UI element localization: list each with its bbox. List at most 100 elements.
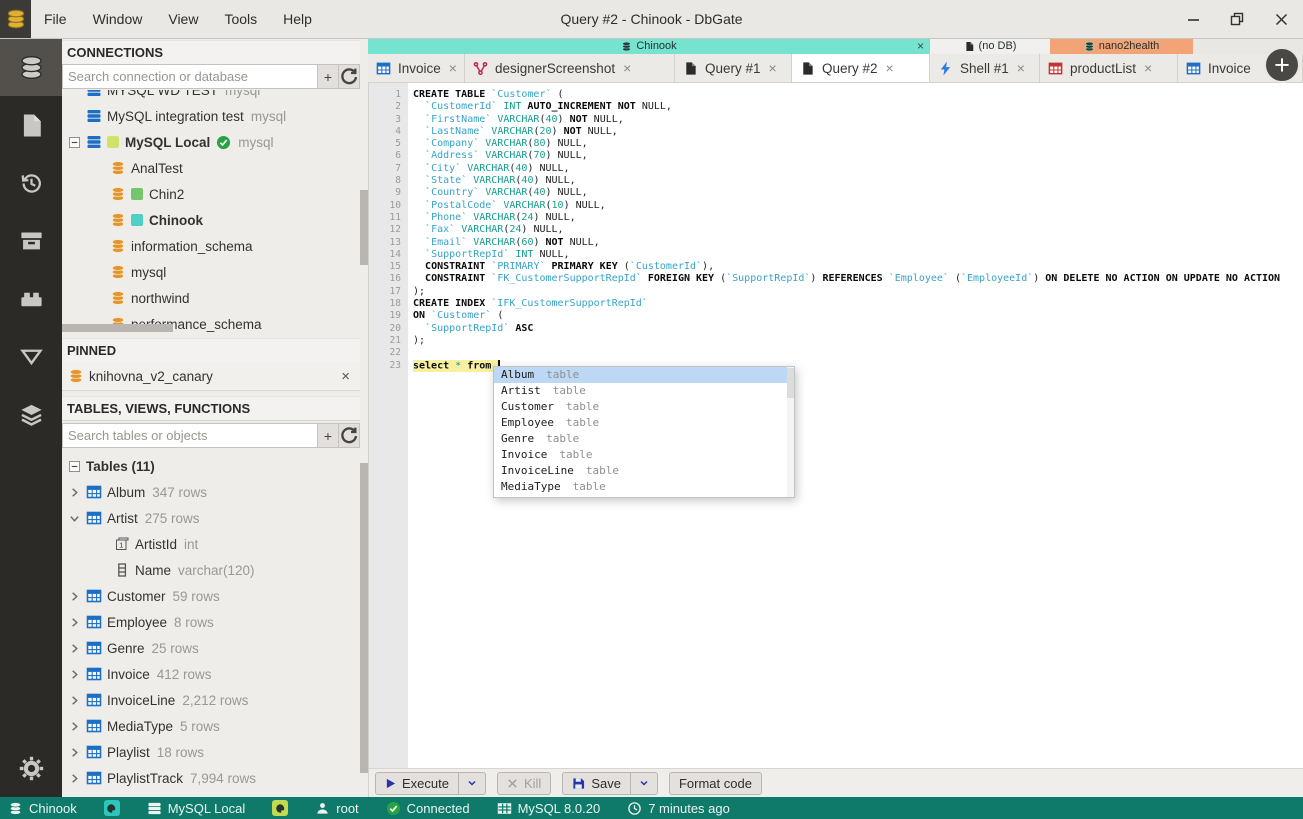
tab-group-chinook[interactable]: Chinook × — [368, 38, 930, 54]
autocomplete-item-customer[interactable]: Customer table — [494, 399, 794, 415]
autocomplete-item-invoiceline[interactable]: InvoiceLine table — [494, 463, 794, 479]
autocomplete-item-album[interactable]: Album table — [494, 367, 794, 383]
status-connection[interactable]: MySQL Local — [147, 801, 245, 816]
menu-view[interactable]: View — [155, 0, 211, 38]
table-item-tables-11-[interactable]: Tables (11) — [62, 453, 360, 479]
menu-help[interactable]: Help — [270, 0, 325, 38]
activity-file-icon[interactable] — [0, 96, 62, 154]
activity-layers-icon[interactable] — [0, 386, 62, 444]
connection-item-northwind[interactable]: northwind — [62, 285, 360, 311]
status-connection-color[interactable] — [272, 800, 289, 816]
menu-window[interactable]: Window — [80, 0, 156, 38]
restore-button[interactable] — [1215, 0, 1259, 38]
sql-editor[interactable]: 1 CREATE TABLE `Customer` (2 `CustomerId`… — [368, 83, 1303, 768]
chevron-right-icon[interactable] — [68, 720, 81, 733]
table-item-mediatype[interactable]: MediaType 5 rows — [62, 713, 360, 739]
connection-item-information-schema[interactable]: information_schema — [62, 233, 360, 259]
close-tab-icon[interactable]: × — [449, 60, 457, 76]
connections-search-input[interactable] — [62, 64, 318, 89]
tables-search-input[interactable] — [62, 423, 318, 448]
pinned-item[interactable]: knihovna_v2_canary × — [62, 362, 360, 391]
table-item-album[interactable]: Album 347 rows — [62, 479, 360, 505]
chevron-right-icon[interactable] — [68, 642, 81, 655]
close-tab-icon[interactable]: × — [623, 60, 631, 76]
tab-query-2[interactable]: Query #2 × — [792, 54, 930, 82]
menu-tools[interactable]: Tools — [211, 0, 270, 38]
activity-plugin-icon[interactable] — [0, 270, 62, 328]
table-item-genre[interactable]: Genre 25 rows — [62, 635, 360, 661]
connection-item-mysql-integration-test[interactable]: MySQL integration test mysql — [62, 103, 360, 129]
tab-query-1[interactable]: Query #1 × — [675, 54, 792, 82]
table-item-invoice[interactable]: Invoice 412 rows — [62, 661, 360, 687]
refresh-tables-button[interactable] — [339, 423, 360, 448]
chevron-down-icon[interactable] — [68, 512, 81, 525]
connection-item-mysql[interactable]: mysql — [62, 259, 360, 285]
new-tab-button[interactable]: + — [1264, 47, 1300, 83]
table-item-artist[interactable]: Artist 275 rows — [62, 505, 360, 531]
save-button[interactable]: Save — [562, 771, 658, 795]
add-object-button[interactable]: + — [318, 423, 339, 448]
activity-history-icon[interactable] — [0, 154, 62, 212]
code-text: `LastName` VARCHAR(20) NOT NULL, — [425, 125, 618, 137]
status-user[interactable]: root — [315, 801, 359, 816]
connection-label: MySQL integration test — [107, 108, 244, 124]
column-item-name[interactable]: Name varchar(120) — [62, 557, 360, 583]
close-tab-icon[interactable]: × — [1017, 60, 1025, 76]
close-group-icon[interactable]: × — [917, 38, 924, 54]
column-item-artistid[interactable]: 1 ArtistId int — [62, 531, 360, 557]
activity-database-icon[interactable] — [0, 38, 62, 96]
tab-productlist[interactable]: productList × — [1040, 54, 1178, 82]
menu-file[interactable]: File — [31, 0, 80, 38]
tables-scrollbar[interactable] — [360, 463, 368, 773]
chevron-right-icon[interactable] — [68, 486, 81, 499]
tab-shell-1[interactable]: Shell #1 × — [930, 54, 1040, 82]
chevron-right-icon[interactable] — [68, 746, 81, 759]
connection-item-chinook[interactable]: Chinook — [62, 207, 360, 233]
chevron-right-icon[interactable] — [68, 616, 81, 629]
close-tab-icon[interactable]: × — [886, 60, 894, 76]
autocomplete-item-employee[interactable]: Employee table — [494, 415, 794, 431]
save-dropdown-button[interactable] — [629, 772, 657, 794]
activity-settings-icon[interactable] — [0, 739, 62, 797]
autocomplete-item-genre[interactable]: Genre table — [494, 431, 794, 447]
activity-archive-icon[interactable] — [0, 212, 62, 270]
status-database-color[interactable] — [103, 800, 120, 816]
tab-group-nano2health[interactable]: nano2health — [1050, 38, 1193, 54]
table-item-playlisttrack[interactable]: PlaylistTrack 7,994 rows — [62, 765, 360, 791]
add-connection-button[interactable]: + — [318, 64, 339, 89]
connection-item-mysql-local[interactable]: MySQL Local mysql — [62, 129, 360, 155]
table-item-invoiceline[interactable]: InvoiceLine 2,212 rows — [62, 687, 360, 713]
connection-item-analtest[interactable]: AnalTest — [62, 155, 360, 181]
tab-group--no-db-[interactable]: (no DB) — [930, 38, 1050, 54]
tab-invoice[interactable]: Invoice × — [368, 54, 465, 82]
expander-icon[interactable] — [68, 136, 81, 149]
table-item-customer[interactable]: Customer 59 rows — [62, 583, 360, 609]
minimize-button[interactable] — [1171, 0, 1215, 38]
activity-filter-icon[interactable] — [0, 328, 62, 386]
connections-hscrollbar[interactable] — [62, 324, 173, 332]
format-code-button[interactable]: Format code — [668, 771, 762, 795]
connections-scrollbar[interactable] — [360, 190, 368, 265]
chevron-right-icon[interactable] — [68, 772, 81, 785]
unpin-button[interactable]: × — [341, 368, 350, 385]
execute-button[interactable]: Execute — [375, 771, 486, 795]
table-item-playlist[interactable]: Playlist 18 rows — [62, 739, 360, 765]
autocomplete-item-invoice[interactable]: Invoice table — [494, 447, 794, 463]
refresh-connections-button[interactable] — [339, 64, 360, 89]
tab-designerscreenshot[interactable]: designerScreenshot × — [465, 54, 675, 82]
status-database[interactable]: Chinook — [8, 801, 77, 816]
close-tab-icon[interactable]: × — [769, 60, 777, 76]
chevron-right-icon[interactable] — [68, 668, 81, 681]
table-item-employee[interactable]: Employee 8 rows — [62, 609, 360, 635]
connection-item-mysql-wd-test[interactable]: MYSQL WD TEST mysql — [62, 90, 360, 103]
autocomplete-scrollbar[interactable] — [787, 367, 794, 497]
expander-icon[interactable] — [68, 460, 81, 473]
chevron-right-icon[interactable] — [68, 694, 81, 707]
close-tab-icon[interactable]: × — [1144, 60, 1152, 76]
execute-dropdown-button[interactable] — [457, 772, 485, 794]
autocomplete-item-artist[interactable]: Artist table — [494, 383, 794, 399]
close-button[interactable] — [1259, 0, 1303, 38]
connection-item-chin2[interactable]: Chin2 — [62, 181, 360, 207]
chevron-right-icon[interactable] — [68, 590, 81, 603]
autocomplete-item-mediatype[interactable]: MediaType table — [494, 479, 794, 495]
